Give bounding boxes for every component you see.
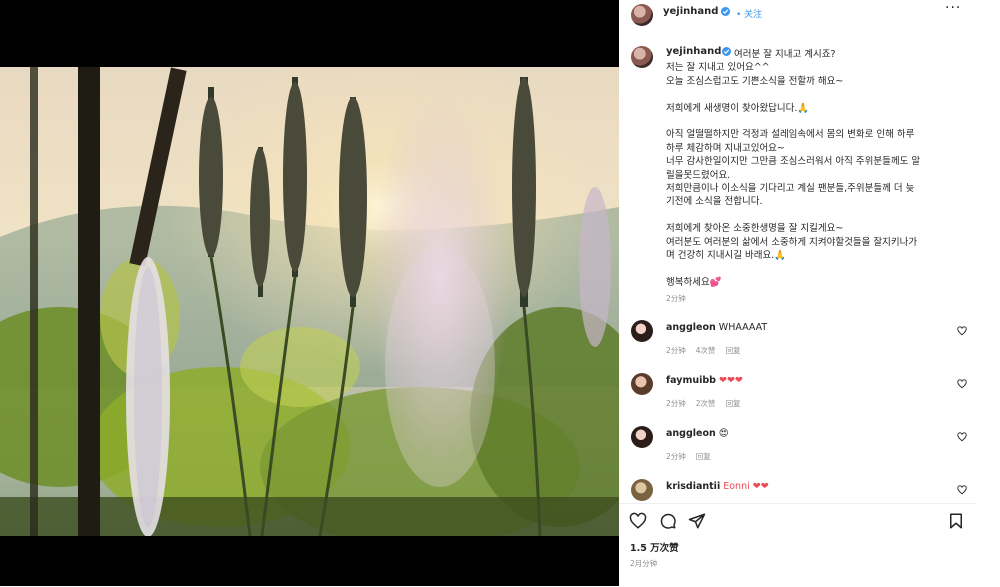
comment-bubble-icon[interactable]	[659, 512, 677, 530]
caption-time: 2分钟	[666, 294, 686, 303]
author-username[interactable]: yejinhand	[663, 6, 718, 17]
comment-text: anggleon 😍	[666, 428, 729, 439]
comment-like-heart-icon[interactable]	[957, 379, 967, 389]
like-count[interactable]: 1.5 万次赞	[630, 540, 679, 554]
comment-text: krisdiantii Eonni ❤❤	[666, 481, 769, 492]
comment-avatar[interactable]	[631, 479, 653, 501]
comment-text: anggleon WHAAAAT	[666, 322, 767, 333]
comment-reply[interactable]: 回复	[726, 399, 741, 408]
caption-line: 저는 잘 지내고 있어요^^	[666, 62, 770, 74]
caption-line: 너무 감사한일이지만 그만큼 조심스러워서 아직 주위분들께도 알	[666, 156, 921, 168]
post-photo[interactable]	[0, 67, 619, 536]
comment-reply[interactable]: 回复	[726, 346, 741, 355]
caption-avatar[interactable]	[631, 46, 653, 68]
follow-label: 关注	[744, 10, 763, 20]
caption-line: 하루 체감하며 지내고있어요~	[666, 142, 785, 154]
caption-line: 아직 얼떨떨하지만 걱정과 설레임속에서 몸의 변화로 인해 하루	[666, 129, 915, 141]
caption-line: 여러분 잘 지내고 계시죠?	[734, 49, 836, 60]
page-margin	[975, 0, 1000, 586]
comment-body: WHAAAAT	[718, 322, 768, 333]
comment-like-heart-icon[interactable]	[957, 432, 967, 442]
comment-avatar[interactable]	[631, 320, 653, 342]
share-send-icon[interactable]	[688, 512, 706, 530]
comment-meta: 2分钟 4次赞 回复	[666, 345, 751, 356]
save-bookmark-icon[interactable]	[947, 512, 965, 530]
more-dots-icon[interactable]: ···	[945, 0, 961, 16]
comment-username[interactable]: faymuibb	[666, 375, 716, 386]
caption-line: 기전에 소식을 전합니다.	[666, 196, 763, 208]
comment-like-heart-icon[interactable]	[957, 326, 967, 336]
caption-line: 오늘 조심스럽고도 기쁜소식을 전할까 해요~	[666, 75, 844, 87]
comment-like-heart-icon[interactable]	[957, 485, 967, 495]
post-date: 2月分钟	[630, 559, 658, 568]
caption-line: 여러분도 여러분의 삶에서 소중하게 지켜야할것들을 잘지키나가	[666, 236, 918, 248]
comment-likes[interactable]: 4次赞	[696, 346, 716, 355]
comment-text: faymuibb ❤❤❤	[666, 375, 743, 386]
like-heart-icon[interactable]	[629, 512, 647, 530]
comment-username[interactable]: anggleon	[666, 322, 716, 333]
comment-body: 😍	[718, 428, 729, 439]
comment-time: 2分钟	[666, 452, 686, 461]
comment-avatar[interactable]	[631, 373, 653, 395]
caption-line: 릴을못드렸어요.	[666, 169, 731, 181]
comment-reply[interactable]: 回复	[696, 452, 711, 461]
comment-username[interactable]: krisdiantii	[666, 481, 720, 492]
post-side-panel: yejinhand • 关注 ··· yejinhand 여러분 잘 지내고 계…	[619, 0, 975, 586]
verified-badge-icon	[722, 47, 731, 56]
caption-line: 저희만큼이나 이소식을 기다리고 계실 팬분들,주위분들께 더 늦	[666, 183, 915, 194]
caption-line: 며 건강히 지내시길 바래요.🙏	[666, 250, 787, 261]
caption-line: 저희에게 새생명이 찾아왔답니다.🙏	[666, 102, 810, 114]
verified-badge-icon	[721, 7, 730, 16]
comment-likes[interactable]: 2次赞	[696, 399, 716, 408]
post-header: yejinhand • 关注 ···	[619, 0, 975, 38]
comment-time: 2分钟	[666, 346, 686, 355]
comment-body: ❤❤❤	[719, 375, 743, 386]
caption-username[interactable]: yejinhand	[666, 46, 721, 57]
comment-body: Eonni ❤❤	[723, 481, 769, 492]
follow-button[interactable]: • 关注	[736, 7, 762, 20]
comment-username[interactable]: anggleon	[666, 428, 716, 439]
author-avatar[interactable]	[631, 4, 653, 26]
comment-time: 2分钟	[666, 399, 686, 408]
post-media	[0, 0, 619, 586]
caption-line: 저희에게 찾아온 소중한생명을 잘 지킬게요~	[666, 223, 844, 235]
comment-meta: 2分钟 回复	[666, 451, 721, 462]
comment-avatar[interactable]	[631, 426, 653, 448]
comment-meta: 2分钟 2次赞 回复	[666, 398, 751, 409]
caption-line: 행복하세요💕	[666, 276, 722, 288]
